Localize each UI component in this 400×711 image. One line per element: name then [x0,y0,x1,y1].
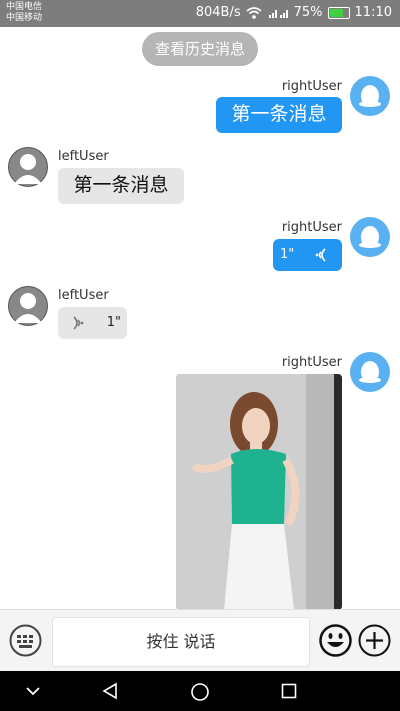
default-user-icon [14,154,42,184]
voice-message-bubble[interactable]: 1" [273,239,342,271]
network-speed: 804B/s [195,5,241,20]
message-username: rightUser [281,220,342,235]
hold-to-talk-button[interactable]: 按住 说话 [52,617,310,667]
avatar[interactable] [350,217,390,257]
photo-woman-illustration [176,374,342,610]
carrier-2: 中国移动 [6,13,43,23]
chevron-down-icon[interactable] [25,683,41,699]
back-triangle-icon[interactable] [101,682,119,700]
navigation-bar [0,671,400,711]
message-username: rightUser [281,355,342,370]
avatar[interactable] [8,147,48,187]
message-bubble[interactable]: 第一条消息 [58,168,184,204]
voice-wave-icon [73,316,84,330]
avatar[interactable] [350,76,390,116]
battery-percent: 75% [293,5,323,20]
signal-icon [268,9,288,18]
status-right: 804B/s 75% 11:10 [196,5,392,20]
avatar[interactable] [8,286,48,326]
history-messages-button[interactable]: 查看历史消息 [142,32,258,66]
message-username: leftUser [58,149,109,164]
avatar[interactable] [350,352,390,392]
qq-penguin-icon [359,226,381,248]
keyboard-icon[interactable] [9,624,42,657]
battery-icon [327,6,350,19]
clock: 11:10 [354,5,392,20]
recent-square-icon[interactable] [281,683,297,699]
plus-icon[interactable] [358,624,391,657]
message-username: leftUser [58,288,109,303]
carrier-labels: 中国电信 中国移动 [6,2,42,24]
image-message[interactable] [176,374,342,610]
message-bubble[interactable]: 第一条消息 [216,97,342,133]
input-bar: 按住 说话 [0,609,400,672]
default-user-icon [14,293,42,323]
qq-penguin-icon [359,361,381,383]
wifi-icon [246,6,262,19]
carrier-1: 中国电信 [6,2,43,12]
voice-duration: 1" [280,247,295,262]
status-bar: 中国电信 中国移动 804B/s 75% 11:10 [0,0,400,27]
home-circle-icon[interactable] [190,682,210,702]
smiley-icon[interactable] [319,624,352,657]
message-username: rightUser [281,79,342,94]
voice-wave-icon [315,248,326,262]
voice-duration: 1" [106,315,121,330]
qq-penguin-icon [359,85,381,107]
voice-message-bubble[interactable]: 1" [58,307,127,339]
